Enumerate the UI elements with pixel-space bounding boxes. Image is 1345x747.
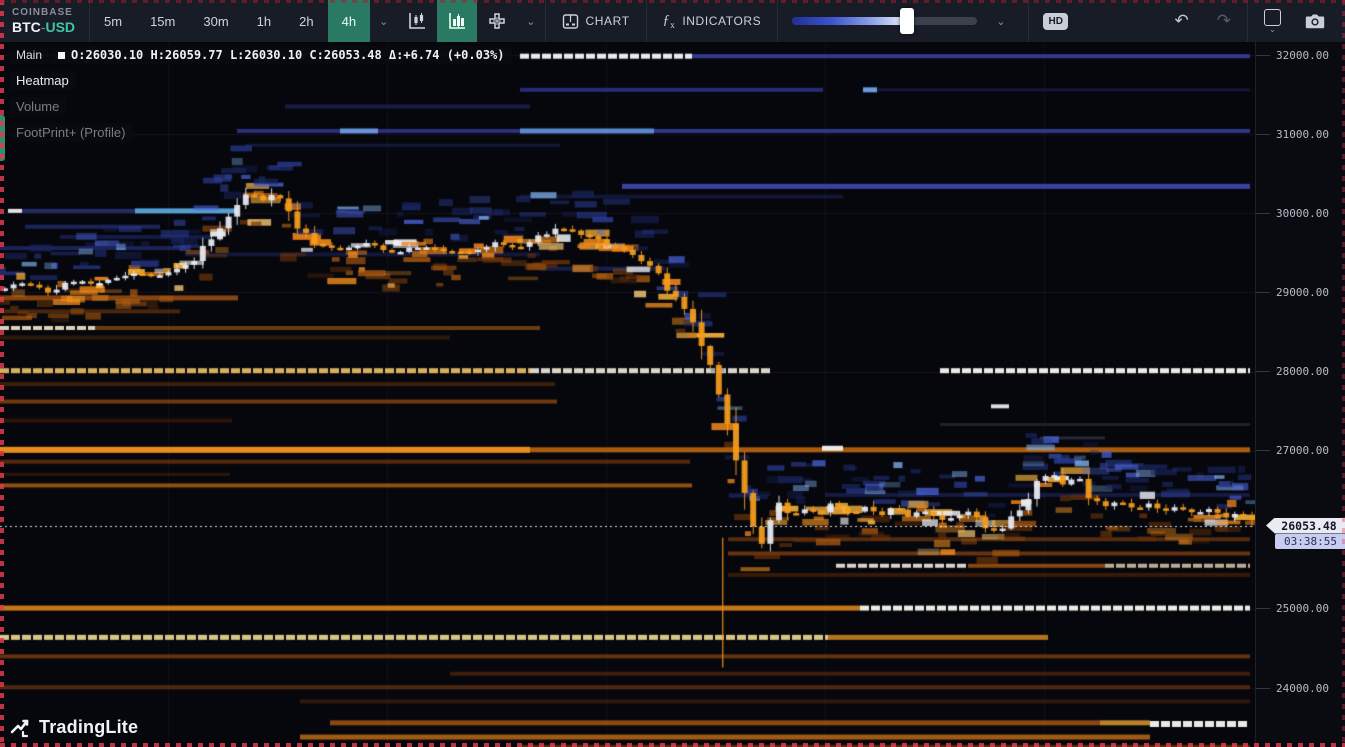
axis-tick-mark (1256, 687, 1270, 689)
redo-button[interactable]: ↷ (1205, 11, 1243, 31)
layer-heatmap[interactable]: Heatmap (9, 71, 76, 90)
price-axis[interactable]: 26053.48 03:38:55 32000.00 31000.00 30000.… (1255, 42, 1345, 747)
drawing-tools-chevron-icon[interactable]: ⌄ (517, 0, 544, 42)
ohlc-readout: O:26030.10 H:26059.77 L:26030.10 C:26053… (51, 46, 512, 64)
toolbar-divider (1028, 0, 1030, 42)
timeframe-15m[interactable]: 15m (136, 0, 189, 42)
main-pane-label[interactable]: Main (9, 46, 50, 64)
series-color-swatch (58, 51, 66, 59)
axis-tick-28000: 28000.00 (1256, 365, 1345, 379)
screenshot-button[interactable] (1297, 12, 1337, 30)
axis-tick-label: 31000.00 (1276, 127, 1329, 141)
axis-tick-mark (1256, 54, 1270, 56)
candle-countdown-tag: 03:38:55 (1275, 533, 1345, 549)
axis-tick-mark (1256, 608, 1270, 610)
last-price-value: 26053.48 (1281, 518, 1337, 533)
axis-tick-label: 27000.00 (1276, 444, 1329, 458)
axis-tick-24000: 24000.00 (1256, 681, 1345, 695)
axis-tick-30000: 30000.00 (1256, 206, 1345, 220)
axis-tick-27000: 27000.00 (1256, 444, 1345, 458)
tradinglite-app: COINBASE BTC-USD 5m 15m 30m 1h 2h 4h ⌄ ⌄… (0, 0, 1345, 747)
axis-tick-label: 28000.00 (1276, 365, 1329, 378)
layout-button[interactable]: ⌄ (1252, 9, 1293, 34)
chart-menu-icon (562, 13, 578, 29)
tradinglite-logo-icon (10, 719, 29, 737)
tradinglite-watermark: TradingLite (10, 717, 138, 738)
countdown-value: 03:38:55 (1284, 534, 1337, 548)
axis-tick-32000: 32000.00 (1256, 48, 1345, 62)
chart-menu-button[interactable]: CHART (546, 0, 646, 42)
tradinglite-wordmark: TradingLite (39, 717, 139, 737)
intensity-slider-fill (792, 17, 907, 25)
indicators-label: INDICATORS (682, 14, 762, 28)
axis-tick-label: 25000.00 (1276, 602, 1329, 616)
intensity-slider-handle[interactable] (899, 8, 914, 34)
layer-footprint-profile-[interactable]: FootPrint+ (Profile) (9, 123, 133, 142)
timeframe-1h[interactable]: 1h (243, 0, 285, 42)
symbol-selector[interactable]: COINBASE BTC-USD (0, 0, 89, 42)
toolbar-right-group: ↶ ↷ ⌄ (1163, 0, 1345, 42)
chart-menu-label: CHART (585, 14, 630, 28)
chart-legend: Main O:26030.10 H:26059.77 L:26030.10 C:… (9, 46, 512, 149)
chart-area[interactable]: Main O:26030.10 H:26059.77 L:26030.10 C:… (0, 42, 1255, 747)
timeframe-group: 5m 15m 30m 1h 2h 4h (90, 0, 371, 42)
timeframe-more-chevron-icon[interactable]: ⌄ (370, 0, 397, 42)
heatmap-chart-icon (449, 13, 466, 29)
intensity-options-chevron-icon[interactable]: ⌄ (987, 15, 1014, 28)
axis-tick-29000: 29000.00 (1256, 285, 1345, 299)
legend-layers: Heatmap Volume FootPrint+ (Profile) (9, 71, 512, 142)
axis-tick-label: 30000.00 (1276, 206, 1329, 220)
axis-tick-mark (1256, 450, 1270, 452)
camera-icon (1305, 14, 1325, 29)
axis-tick-31000: 31000.00 (1256, 127, 1345, 141)
last-price-tag: 26053.48 (1266, 517, 1345, 534)
layout-chevron-icon: ⌄ (1268, 24, 1277, 34)
heatmap-intensity-slider-group: ⌄ (778, 0, 1028, 42)
heatmap-chart-type-button[interactable] (437, 0, 478, 42)
undo-button[interactable]: ↶ (1163, 11, 1201, 31)
axis-tick-mark (1256, 133, 1270, 135)
exchange-label: COINBASE (12, 7, 73, 18)
left-edge-green-tab[interactable] (0, 115, 5, 161)
axis-tick-mark (1256, 291, 1270, 293)
axis-tick-mark (1256, 212, 1270, 214)
fx-icon: ƒx (662, 12, 676, 30)
axis-tick-mark (1256, 371, 1270, 372)
drawing-tools-button[interactable] (477, 0, 517, 42)
ohlc-values: O:26030.10 H:26059.77 L:26030.10 C:26053… (71, 48, 505, 62)
top-toolbar: COINBASE BTC-USD 5m 15m 30m 1h 2h 4h ⌄ ⌄… (0, 0, 1345, 42)
drawing-tools-icon (489, 13, 506, 29)
candlestick-chart-type-button[interactable] (397, 0, 437, 42)
axis-tick-label: 29000.00 (1276, 285, 1329, 299)
axis-tick-label: 32000.00 (1276, 48, 1329, 62)
pair-label: BTC-USD (12, 19, 75, 35)
hd-quality-button[interactable]: HD (1043, 12, 1068, 30)
main-ohlc-row: Main O:26030.10 H:26059.77 L:26030.10 C:… (9, 46, 512, 64)
pair-quote: USD (45, 19, 76, 35)
timeframe-4h[interactable]: 4h (327, 0, 371, 42)
intensity-slider[interactable] (792, 8, 978, 34)
indicators-button[interactable]: ƒx INDICATORS (647, 0, 778, 42)
axis-tick-25000: 25000.00 (1256, 602, 1345, 616)
pair-base: BTC (12, 19, 41, 35)
timeframe-5m[interactable]: 5m (90, 0, 136, 42)
layer-volume[interactable]: Volume (9, 97, 67, 116)
toolbar-divider (1247, 0, 1248, 42)
timeframe-2h[interactable]: 2h (285, 0, 327, 42)
candlestick-chart-icon (409, 13, 426, 29)
timeframe-30m[interactable]: 30m (189, 0, 242, 42)
axis-tick-label: 24000.00 (1276, 681, 1329, 695)
